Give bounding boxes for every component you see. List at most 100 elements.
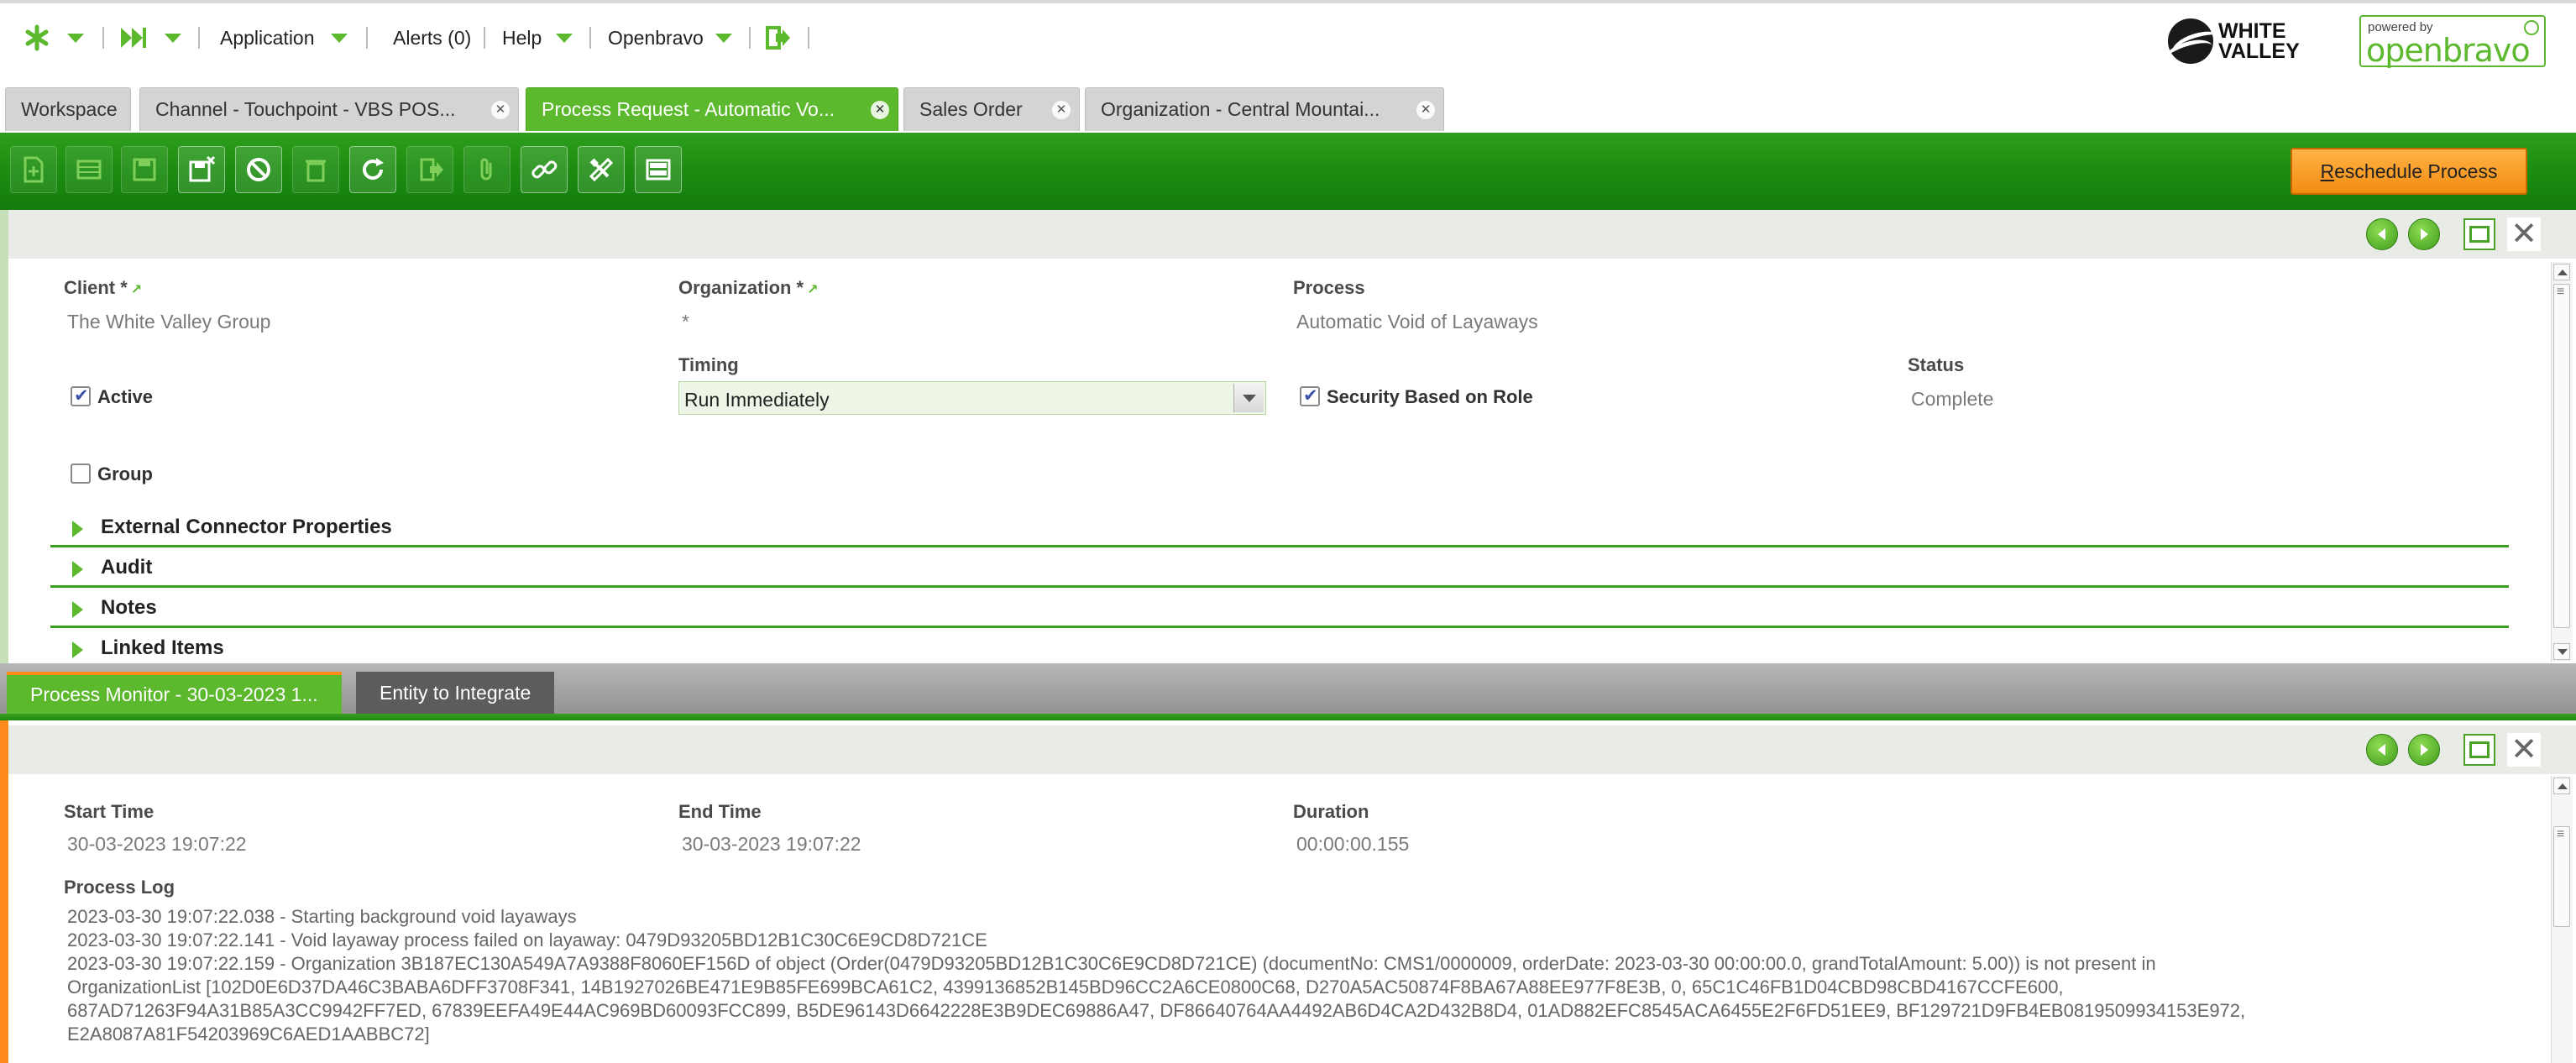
close-icon[interactable]: ✕ xyxy=(1416,101,1435,119)
application-menu[interactable]: Application xyxy=(220,24,315,52)
tab-organization[interactable]: Organization - Central Mountai... ✕ xyxy=(1085,87,1444,131)
alerts-label: Alerts (0) xyxy=(393,26,472,49)
logout-icon xyxy=(766,26,790,50)
timing-select[interactable]: Run Immediately xyxy=(678,381,1266,415)
reschedule-label: eschedule Process xyxy=(2334,160,2498,182)
organization-label: Organization * ↗ xyxy=(678,277,819,298)
chevron-down-icon[interactable] xyxy=(1233,384,1264,412)
section-divider xyxy=(50,585,2509,588)
recent-items-dropdown[interactable] xyxy=(165,24,181,52)
nav-separator xyxy=(102,27,104,49)
section-audit[interactable]: Audit xyxy=(50,549,2509,588)
scroll-up-icon[interactable] xyxy=(2553,778,2570,794)
close-icon[interactable]: ✕ xyxy=(871,101,889,119)
scroll-thumb[interactable] xyxy=(2553,284,2570,628)
tab-entity-to-integrate[interactable]: Entity to Integrate xyxy=(356,672,555,714)
section-divider xyxy=(50,545,2509,547)
link-arrow-icon[interactable]: ↗ xyxy=(131,283,142,297)
timing-label: Timing xyxy=(678,354,739,375)
log-line: 2023-03-30 19:07:22.141 - Void layaway p… xyxy=(67,929,987,950)
tab-bar-divider xyxy=(0,714,2576,720)
application-menu-dropdown[interactable] xyxy=(331,24,348,52)
reschedule-accesskey: R xyxy=(2320,160,2335,182)
log-line: OrganizationList [102D0E6D37DA46C3BABA6D… xyxy=(67,977,2064,998)
active-checkbox[interactable] xyxy=(71,385,91,406)
nav-separator xyxy=(589,27,591,49)
section-external-connector-properties[interactable]: External Connector Properties xyxy=(50,509,2509,547)
attach-button[interactable] xyxy=(463,146,510,193)
process-value: Automatic Void of Layaways xyxy=(1296,311,1538,333)
section-notes[interactable]: Notes xyxy=(50,589,2509,628)
toolbar xyxy=(0,133,2576,210)
section-title: Notes xyxy=(101,596,157,619)
new-document-button[interactable] xyxy=(10,146,57,193)
log-line: 2023-03-30 19:07:22.038 - Starting backg… xyxy=(67,906,577,927)
maximize-button[interactable] xyxy=(2463,734,2495,766)
quick-launch-button[interactable] xyxy=(24,24,50,52)
monitor-scrollbar[interactable] xyxy=(2551,776,2573,1063)
openbravo-wordmark: openbravo xyxy=(2366,32,2531,69)
tab-channel-touchpoint[interactable]: Channel - Touchpoint - VBS POS... ✕ xyxy=(139,87,519,131)
status-label: Status xyxy=(1908,354,1965,375)
save-button[interactable] xyxy=(121,146,168,193)
recent-items-button[interactable] xyxy=(119,24,148,52)
start-time-label: Start Time xyxy=(64,801,154,822)
cancel-icon xyxy=(247,158,270,181)
close-icon[interactable]: ✕ xyxy=(1052,101,1071,119)
previous-record-button[interactable] xyxy=(2366,734,2398,766)
scroll-down-icon[interactable] xyxy=(2553,643,2570,660)
link-arrow-icon[interactable]: ↗ xyxy=(807,283,818,297)
scroll-up-icon[interactable] xyxy=(2553,264,2570,280)
save-close-button[interactable] xyxy=(178,146,225,193)
end-time-value: 30-03-2023 19:07:22 xyxy=(682,833,861,855)
start-time-value: 30-03-2023 19:07:22 xyxy=(67,833,247,855)
security-based-on-role-checkbox[interactable] xyxy=(1300,385,1320,406)
reschedule-process-button[interactable]: Reschedule Process xyxy=(2291,148,2527,195)
chevron-down-icon xyxy=(331,33,348,43)
process-log-text: 2023-03-30 19:07:22.038 - Starting backg… xyxy=(67,905,2485,1046)
help-menu[interactable]: Help xyxy=(502,24,542,52)
export-icon xyxy=(420,158,443,181)
new-row-button[interactable] xyxy=(65,146,113,193)
logo-text-line-2: VALLEY xyxy=(2218,39,2300,63)
quick-launch-dropdown[interactable] xyxy=(67,24,84,52)
trash-icon xyxy=(306,160,326,182)
section-title: External Connector Properties xyxy=(101,516,392,538)
logout-button[interactable] xyxy=(766,24,791,52)
form-scrollbar[interactable] xyxy=(2551,262,2573,662)
expand-arrow-icon xyxy=(72,601,83,618)
close-form-button[interactable]: ✕ xyxy=(2507,733,2541,767)
tab-process-monitor[interactable]: Process Monitor - 30-03-2023 1... xyxy=(7,672,342,714)
maximize-button[interactable] xyxy=(2463,218,2495,250)
export-button[interactable] xyxy=(406,146,453,193)
tab-sales-order[interactable]: Sales Order ✕ xyxy=(903,87,1080,131)
duration-label: Duration xyxy=(1293,801,1369,822)
delete-button[interactable] xyxy=(292,146,339,193)
chevron-down-icon xyxy=(556,33,573,43)
refresh-icon xyxy=(363,158,384,180)
link-button[interactable] xyxy=(521,146,568,193)
nav-separator xyxy=(484,27,485,49)
previous-record-button[interactable] xyxy=(2366,218,2398,250)
help-menu-dropdown[interactable] xyxy=(556,24,573,52)
openbravo-badge-icon xyxy=(2524,20,2539,35)
user-menu-dropdown[interactable] xyxy=(715,24,732,52)
form-status-strip xyxy=(0,210,8,663)
undo-button[interactable] xyxy=(235,146,282,193)
toggle-view-button[interactable] xyxy=(635,146,682,193)
end-time-label: End Time xyxy=(678,801,762,822)
tab-label: Entity to Integrate xyxy=(380,681,531,704)
new-document-icon xyxy=(24,156,44,183)
next-record-button[interactable] xyxy=(2408,734,2440,766)
close-form-button[interactable]: ✕ xyxy=(2507,217,2541,251)
tab-workspace[interactable]: Workspace xyxy=(5,87,131,131)
user-menu[interactable]: Openbravo xyxy=(608,24,704,52)
group-checkbox[interactable] xyxy=(71,463,91,484)
scroll-thumb[interactable] xyxy=(2553,826,2570,927)
alerts-link[interactable]: Alerts (0) xyxy=(393,24,471,52)
tools-button[interactable] xyxy=(578,146,625,193)
tab-process-request[interactable]: Process Request - Automatic Vo... ✕ xyxy=(526,87,898,131)
next-record-button[interactable] xyxy=(2408,218,2440,250)
refresh-button[interactable] xyxy=(349,146,396,193)
close-icon[interactable]: ✕ xyxy=(491,101,510,119)
